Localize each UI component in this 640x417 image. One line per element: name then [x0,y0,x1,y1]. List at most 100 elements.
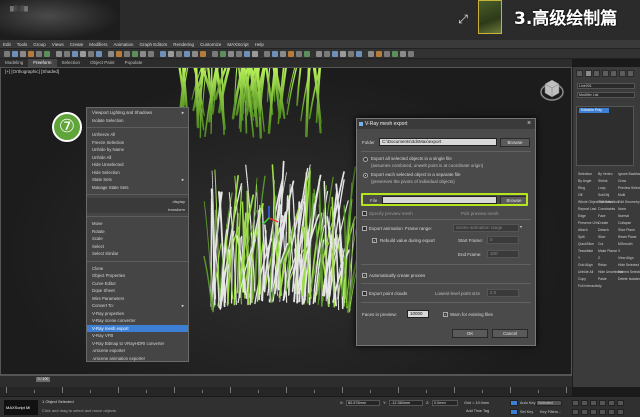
modifier-stack-item[interactable]: Editable Poly [579,108,609,113]
command-panel-label[interactable]: Shrink [598,179,608,183]
command-panel-tab-icon[interactable] [618,70,626,77]
toolbar-button-icon[interactable] [88,51,94,57]
quad-menu-item[interactable]: Move [87,220,188,228]
command-panel-label[interactable]: Off [578,193,582,197]
toolbar-button-icon[interactable] [332,51,338,57]
toolbar-button-icon[interactable] [28,51,34,57]
toolbar-button-icon[interactable] [132,51,138,57]
command-panel-label[interactable]: Slice [598,235,605,239]
toolbar-button-icon[interactable] [36,51,42,57]
playback-button-icon[interactable] [590,400,597,406]
command-panel-label[interactable]: Split [578,235,585,239]
toolbar-button-icon[interactable] [212,51,218,57]
command-panel-tab-icon[interactable] [576,70,583,77]
menu-item[interactable]: Help [252,40,267,48]
quad-menu-item[interactable]: State Sets ► [87,176,188,184]
quad-menu-item[interactable]: V-Ray mesh export [87,324,188,332]
toolbar-button-icon[interactable] [56,51,62,57]
command-panel-label[interactable]: By Vertex [598,172,613,176]
chevron-down-icon[interactable]: ▾ [520,224,522,229]
command-panel-label[interactable]: Create [598,221,608,225]
quad-menu-item[interactable]: Unhide by Name [87,146,188,154]
command-panel-label[interactable]: Face [598,214,606,218]
menu-item[interactable]: MAXScript [224,40,251,48]
toolbar-button-icon[interactable] [368,51,374,57]
command-panel-label[interactable]: X [618,249,620,253]
toolbar-button-icon[interactable] [200,51,206,57]
command-panel-label[interactable]: Preserve UVs [578,221,599,225]
motion-blur-checkbox[interactable]: ✓ [372,238,377,243]
ribbon-tab[interactable]: Modeling [0,59,28,67]
frame-range-select[interactable]: Scene animation range [453,224,519,232]
viewport-label[interactable]: [+] [Orthographic] [Shaded] [5,69,59,74]
toolbar-button-icon[interactable] [348,51,354,57]
command-panel-label[interactable]: View Align [618,256,634,260]
cancel-button[interactable]: Cancel [492,329,528,338]
ribbon-tab[interactable]: Selection [57,59,86,67]
playback-button-icon[interactable] [599,400,606,406]
command-panel-label[interactable]: None [618,207,626,211]
specify-preview-checkbox[interactable] [362,211,367,216]
command-panel-label[interactable]: Detach [598,228,609,232]
navigation-button-icon[interactable] [617,409,624,415]
ribbon-tab[interactable]: Object Paint [85,59,120,67]
toolbar-button-icon[interactable] [316,51,322,57]
command-panel-label[interactable]: Relax [598,263,607,267]
command-panel-label[interactable]: Edit Geometry [618,200,640,204]
command-panel-label[interactable]: Ring [578,186,585,190]
toolbar-button-icon[interactable] [168,51,174,57]
playback-button-icon[interactable] [608,400,615,406]
browse-folder-button[interactable]: Browse [500,138,530,147]
pick-preview-label[interactable]: Pick preview mesh [461,211,499,216]
command-panel-tab-icon[interactable] [593,70,600,77]
menu-item[interactable]: Group [30,40,49,48]
command-panel-label[interactable]: Selection [578,172,592,176]
command-panel-label[interactable]: Z [598,256,600,260]
quad-menu-item[interactable]: .vrscene exporter [87,347,188,355]
playback-button-icon[interactable] [572,400,579,406]
command-panel-label[interactable]: Y [578,256,580,260]
quad-menu-item[interactable]: V-Ray scene converter [87,317,188,325]
close-icon[interactable]: × [525,120,533,128]
command-panel-label[interactable]: Named Selections: [618,270,640,274]
toolbar-button-icon[interactable] [236,51,242,57]
object-name-field[interactable]: Line001 [577,83,635,89]
menu-item[interactable]: Tools [14,40,31,48]
playback-button-icon[interactable] [581,400,588,406]
toolbar-button-icon[interactable] [12,51,18,57]
y-coordinate-field[interactable]: -12.360mm [389,400,423,406]
time-slider[interactable]: 0 / 100 [0,375,572,387]
toolbar-button-icon[interactable] [264,51,270,57]
auto-create-proxies-checkbox[interactable]: ✓ [362,273,367,278]
menu-item[interactable]: Customize [197,40,224,48]
toolbar-button-icon[interactable] [220,51,226,57]
toolbar-button-icon[interactable] [160,51,166,57]
modifier-list-dropdown[interactable]: Modifier List [577,92,635,98]
command-panel-label[interactable]: Constraints [598,207,615,211]
command-panel-tab-icon[interactable] [627,70,634,77]
set-key-icon[interactable] [510,409,518,415]
command-panel-label[interactable]: Collapse [618,221,631,225]
toolbar-button-icon[interactable] [304,51,310,57]
quad-menu-item[interactable]: Manage State Sets [87,184,188,192]
toolbar-button-icon[interactable] [252,51,258,57]
quad-menu-item[interactable]: Isolate Selection [87,117,188,125]
command-panel-label[interactable]: Make Planar [598,249,617,253]
command-panel-label[interactable]: Reset Plane [618,235,636,239]
command-panel-label[interactable]: Delete Isolated Vertices [618,277,640,281]
playback-button-icon[interactable] [617,400,624,406]
menu-item[interactable]: Edit [0,40,14,48]
modifier-stack[interactable]: Editable Poly [576,106,634,166]
menu-item[interactable]: Rendering [170,40,197,48]
quad-menu-item[interactable]: transformtransform [87,205,188,213]
toolbar-button-icon[interactable] [72,51,78,57]
faces-in-preview-input[interactable]: 10000 [407,310,429,318]
command-panel-label[interactable]: Tessellate [578,249,593,253]
ribbon-tab[interactable]: Freeform [28,59,57,67]
toolbar-button-icon[interactable] [124,51,130,57]
toolbar-button-icon[interactable] [296,51,302,57]
command-panel-label[interactable]: Normal [618,214,629,218]
quad-menu-item[interactable]: Dope Sheet [87,287,188,295]
quad-menu-item[interactable]: Curve Editor [87,280,188,288]
toolbar-button-icon[interactable] [192,51,198,57]
